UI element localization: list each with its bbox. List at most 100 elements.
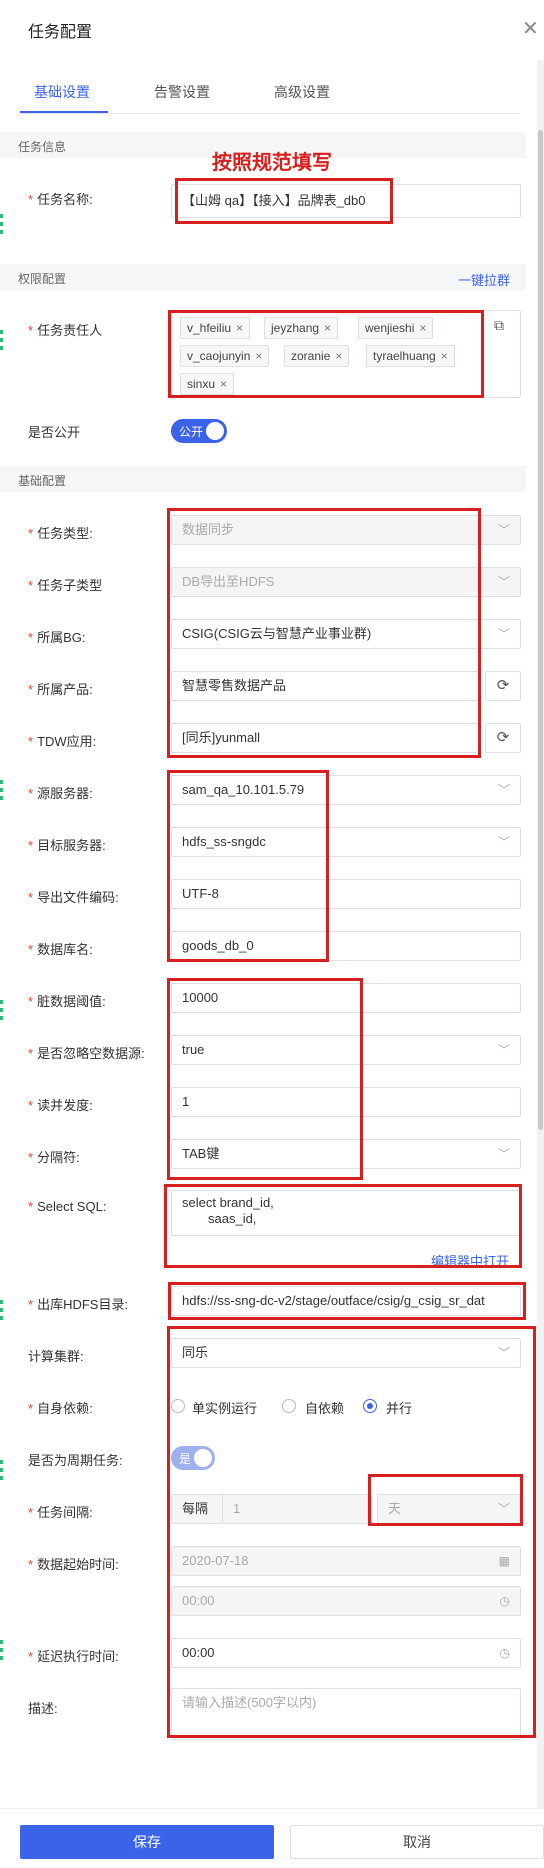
target-server-label: * 目标服务器:	[28, 838, 106, 853]
active-tab-indicator	[20, 111, 108, 113]
tdw-app-label: * TDW应用:	[28, 734, 97, 749]
delay-time-input[interactable]: 00:00 ◷	[171, 1638, 521, 1668]
task-name-input[interactable]: 【山姆 qa】【接入】品牌表_db0	[171, 184, 521, 218]
description-label: 描述:	[28, 1701, 58, 1716]
dirty-threshold-input[interactable]: 10000	[171, 983, 521, 1013]
task-name-label: * 任务名称:	[28, 192, 93, 207]
one-click-group-link[interactable]: 一键拉群	[458, 270, 510, 289]
source-server-select[interactable]: sam_qa_10.101.5.79 ﹀	[171, 775, 521, 805]
product-select[interactable]: 智慧零售数据产品	[171, 671, 479, 701]
remove-tag-icon: ×	[440, 349, 448, 363]
section-basic: 基础配置	[0, 466, 526, 492]
guide-mark	[0, 214, 3, 238]
calendar-icon: ▦	[498, 1554, 510, 1568]
owner-tag[interactable]: wenjieshi ×	[358, 317, 434, 339]
sql-line: select brand_id,	[182, 1195, 274, 1210]
dialog-title: 任务配置	[28, 24, 93, 41]
is-periodic-toggle[interactable]: 是	[171, 1446, 215, 1470]
refresh-icon[interactable]: ⟳	[485, 723, 521, 753]
section-permission: 权限配置	[0, 264, 526, 290]
dialog-footer: 保存 取消	[0, 1808, 544, 1868]
interval-value-input[interactable]: 1	[222, 1494, 372, 1524]
db-name-label: * 数据库名:	[28, 942, 93, 957]
chevron-down-icon: ﹀	[497, 783, 510, 797]
description-textarea[interactable]: 请输入描述(500字以内)	[171, 1688, 521, 1740]
dirty-threshold-label: * 脏数据阈值:	[28, 994, 106, 1009]
sql-line: saas_id,	[208, 1211, 257, 1226]
guide-mark	[0, 1000, 3, 1024]
start-time-label: * 数据起始时间:	[28, 1557, 119, 1572]
owner-tag[interactable]: sinxu ×	[180, 373, 235, 395]
radio-single-instance[interactable]	[171, 1399, 185, 1413]
ignore-empty-label: * 是否忽略空数据源:	[28, 1046, 145, 1061]
chevron-down-icon: ﹀	[497, 1147, 510, 1161]
bg-select[interactable]: CSIG(CSIG云与智慧产业事业群) ﹀	[171, 619, 521, 649]
task-subtype-label: * 任务子类型	[28, 578, 103, 593]
owners-label: * 任务责任人	[28, 323, 103, 338]
tab-alert-settings[interactable]: 告警设置	[154, 82, 210, 102]
refresh-icon[interactable]: ⟳	[485, 671, 521, 701]
guide-mark	[0, 1300, 3, 1324]
close-icon[interactable]: ✕	[522, 16, 539, 41]
cluster-select[interactable]: 同乐 ﹀	[171, 1338, 521, 1368]
start-date-input[interactable]: 2020-07-18 ▦	[171, 1546, 521, 1576]
is-periodic-label: 是否为周期任务:	[28, 1453, 123, 1468]
radio-parallel[interactable]	[363, 1399, 377, 1413]
task-type-select: 数据同步 ﹀	[171, 515, 521, 545]
interval-label: * 任务间隔:	[28, 1505, 93, 1520]
owner-tag[interactable]: jeyzhang ×	[264, 317, 339, 339]
owner-tag[interactable]: tyraelhuang ×	[366, 345, 455, 367]
save-button[interactable]: 保存	[20, 1825, 274, 1859]
read-concurrency-label: * 读并发度:	[28, 1098, 93, 1113]
target-server-select[interactable]: hdfs_ss-sngdc ﹀	[171, 827, 521, 857]
remove-tag-icon: ×	[255, 349, 263, 363]
copy-icon[interactable]: ⧉	[494, 317, 504, 334]
is-public-label: 是否公开	[28, 425, 81, 440]
scrollbar-thumb[interactable]	[538, 130, 543, 1130]
delay-label: * 延迟执行时间:	[28, 1649, 119, 1664]
separator-select[interactable]: TAB键 ﹀	[171, 1139, 521, 1169]
chevron-down-icon: ﹀	[497, 1502, 510, 1516]
radio-label: 自依赖	[305, 1401, 345, 1416]
open-in-editor-link[interactable]: 编辑器中打开	[431, 1251, 509, 1270]
db-name-input[interactable]: goods_db_0	[171, 931, 521, 961]
tab-advanced-settings[interactable]: 高级设置	[274, 82, 330, 102]
radio-label: 单实例运行	[192, 1401, 258, 1416]
clock-icon: ◷	[499, 1646, 510, 1660]
owner-tag[interactable]: v_hfeiliu ×	[180, 317, 251, 339]
task-subtype-select: DB导出至HDFS ﹀	[171, 567, 521, 597]
owner-tag[interactable]: v_caojunyin ×	[180, 345, 270, 367]
tab-basic-settings[interactable]: 基础设置	[34, 82, 90, 102]
owner-tag[interactable]: zoranie ×	[284, 345, 350, 367]
self-dep-label: * 自身依赖:	[28, 1401, 93, 1416]
hdfs-dir-input[interactable]: hdfs://ss-sng-dc-v2/stage/outface/csig/g…	[171, 1286, 521, 1316]
cancel-button[interactable]: 取消	[290, 1825, 544, 1859]
guide-mark	[0, 780, 3, 804]
remove-tag-icon: ×	[236, 321, 244, 335]
chevron-down-icon: ﹀	[497, 835, 510, 849]
task-type-label: * 任务类型:	[28, 526, 93, 541]
remove-tag-icon: ×	[335, 349, 343, 363]
guide-mark	[0, 1460, 3, 1484]
ignore-empty-select[interactable]: true ﹀	[171, 1035, 521, 1065]
select-sql-textarea[interactable]: select brand_id, saas_id,	[171, 1190, 521, 1236]
interval-unit-select[interactable]: 天 ﹀	[377, 1494, 521, 1524]
bg-label: * 所属BG:	[28, 630, 86, 645]
source-server-label: * 源服务器:	[28, 786, 93, 801]
product-label: * 所属产品:	[28, 682, 93, 697]
is-public-toggle[interactable]: 公开	[171, 419, 227, 443]
tdw-app-select[interactable]: [同乐]yunmall	[171, 723, 479, 753]
chevron-down-icon: ﹀	[497, 575, 510, 589]
interval-prefix: 每隔	[171, 1494, 223, 1524]
start-time-input[interactable]: 00:00 ◷	[171, 1586, 521, 1616]
encoding-label: * 导出文件编码:	[28, 890, 119, 905]
clock-icon: ◷	[499, 1594, 510, 1608]
select-sql-label: * Select SQL:	[28, 1199, 107, 1214]
radio-self-dependency[interactable]	[282, 1399, 296, 1413]
encoding-input[interactable]: UTF-8	[171, 879, 521, 909]
read-concurrency-input[interactable]: 1	[171, 1087, 521, 1117]
chevron-down-icon: ﹀	[497, 523, 510, 537]
radio-label: 并行	[386, 1401, 413, 1416]
remove-tag-icon: ×	[324, 321, 332, 335]
owners-tag-input[interactable]: v_hfeiliu × jeyzhang × wenjieshi × v_caojun…	[171, 310, 521, 398]
